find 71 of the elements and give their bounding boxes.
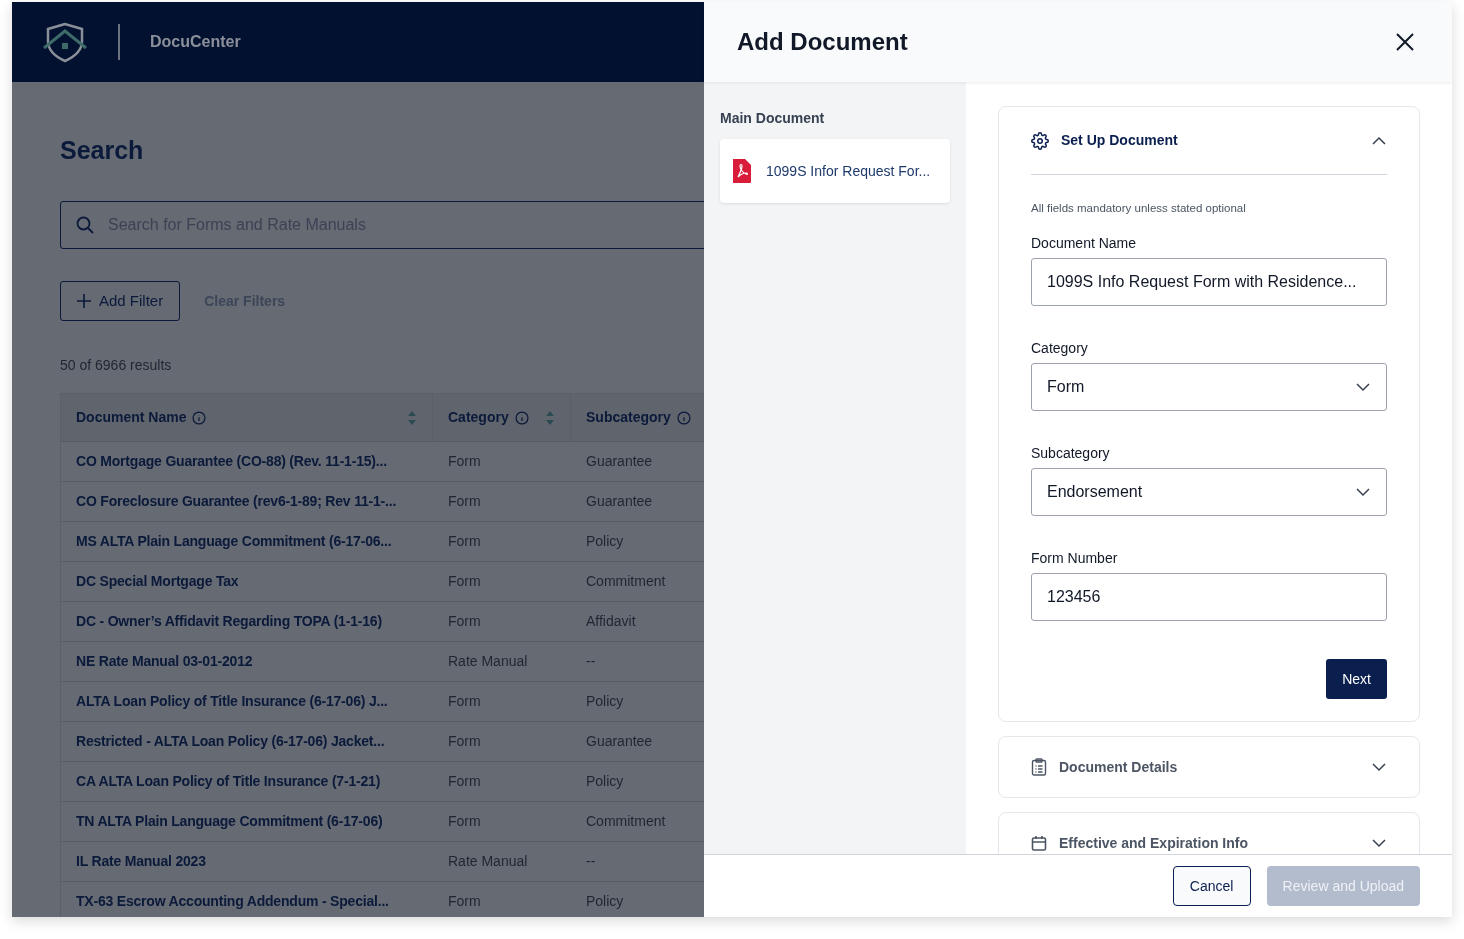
table-cell-text: Form <box>448 732 481 751</box>
dropdown-field[interactable]: Endorsement <box>1031 468 1387 517</box>
accordion-header[interactable]: Set Up Document <box>1031 107 1387 175</box>
table-cell-text: Guarantee <box>586 732 653 751</box>
mandatory-note: All fields mandatory unless stated optional <box>1031 201 1247 216</box>
app-name: DocuCenter <box>150 32 241 52</box>
table-cell-text: Policy <box>586 772 624 791</box>
table-cell-text: TN ALTA Plain Language Commitment (6-17-06) <box>76 812 383 831</box>
accordion-header[interactable]: Document Details <box>1031 737 1387 798</box>
field-label: Subcategory <box>1031 444 1111 464</box>
document-card[interactable]: 1099S Infor Request For... <box>720 139 950 203</box>
table-cell-text: Affidavit <box>586 612 636 631</box>
table-cell-text: Form <box>448 772 481 791</box>
table-cell-text: Policy <box>586 692 624 711</box>
dropdown-field[interactable]: Form <box>1031 363 1387 412</box>
table-cell-text: NE Rate Manual 03-01-2012 <box>76 652 253 671</box>
table-cell-text: Commitment <box>586 572 666 591</box>
table-cell-text: Restricted - ALTA Loan Policy (6-17-06) Jacket... <box>76 732 385 751</box>
table-cell-text: Policy <box>586 892 624 911</box>
section-title: Effective and Expiration Info <box>1059 833 1250 853</box>
page-title: Search <box>60 135 145 166</box>
document-file-name: 1099S Infor Request For... <box>766 161 931 181</box>
field-label: Category <box>1031 339 1089 359</box>
table-cell-text: -- <box>586 852 596 871</box>
table-cell-text: Rate Manual <box>448 852 528 871</box>
search-icon <box>76 216 94 234</box>
table-cell-text: Form <box>448 492 481 511</box>
table-cell-text: -- <box>586 652 596 671</box>
plus-icon <box>77 294 91 308</box>
table-cell-text: Guarantee <box>586 452 653 471</box>
table-cell-text: CO Foreclosure Guarantee (rev6-1-89; Rev 11-1-... <box>76 492 397 511</box>
table-cell-text: MS ALTA Plain Language Commitment (6-17-06... <box>76 532 392 551</box>
next-button[interactable]: Next <box>1326 659 1387 700</box>
table-cell-text: Rate Manual <box>448 652 528 671</box>
shield-logo-icon <box>42 21 88 63</box>
calendar-icon <box>1031 835 1047 852</box>
close-icon <box>1396 33 1414 51</box>
table-cell-text: TX-63 Escrow Accounting Addendum - Special... <box>76 892 389 911</box>
cancel-button[interactable]: Cancel <box>1172 866 1251 906</box>
drawer-title: Add Document <box>737 27 908 57</box>
table-cell-text: Guarantee <box>586 492 653 511</box>
results-count: 50 of 6966 results <box>60 356 173 375</box>
gear-icon <box>1031 131 1049 150</box>
pdf-file-icon <box>732 159 752 183</box>
field-label: Document Name <box>1031 234 1138 254</box>
table-cell-text: Form <box>448 612 481 631</box>
clipboard-icon <box>1031 758 1047 777</box>
table-cell-text: Form <box>448 572 481 591</box>
table-cell-text: IL Rate Manual 2023 <box>76 852 206 871</box>
table-cell-text: Commitment <box>586 812 666 831</box>
table-cell-text: Form <box>448 812 481 831</box>
main-document-label: Main Document <box>720 109 826 128</box>
input-field[interactable]: 1099S Info Request Form with Residence... <box>1031 258 1387 307</box>
input-field[interactable]: 123456 <box>1031 573 1387 622</box>
table-cell-text: DC Special Mortgage Tax <box>76 572 239 591</box>
info-icon[interactable] <box>514 410 529 425</box>
accordion-header[interactable]: Effective and Expiration Info <box>1031 813 1387 854</box>
table-cell-text: Form <box>448 532 481 551</box>
info-icon[interactable] <box>192 410 207 425</box>
section-title: Set Up Document <box>1061 131 1179 150</box>
field-label: Form Number <box>1031 549 1119 569</box>
table-cell-text: Form <box>448 452 481 471</box>
table-cell-text: Form <box>448 892 481 911</box>
section-title: Document Details <box>1059 757 1179 777</box>
table-cell-text: ALTA Loan Policy of Title Insurance (6-17-06) J... <box>76 692 388 711</box>
table-cell-text: CO Mortgage Guarantee (CO-88) (Rev. 11-1-15)... <box>76 452 387 471</box>
table-cell-text: DC - Owner’s Affidavit Regarding TOPA (1-1-16) <box>76 612 382 631</box>
table-cell-text: Policy <box>586 532 624 551</box>
info-icon[interactable] <box>676 410 691 425</box>
table-cell-text: Form <box>448 692 481 711</box>
table-cell-text: CA ALTA Loan Policy of Title Insurance (7-1-21) <box>76 772 381 791</box>
